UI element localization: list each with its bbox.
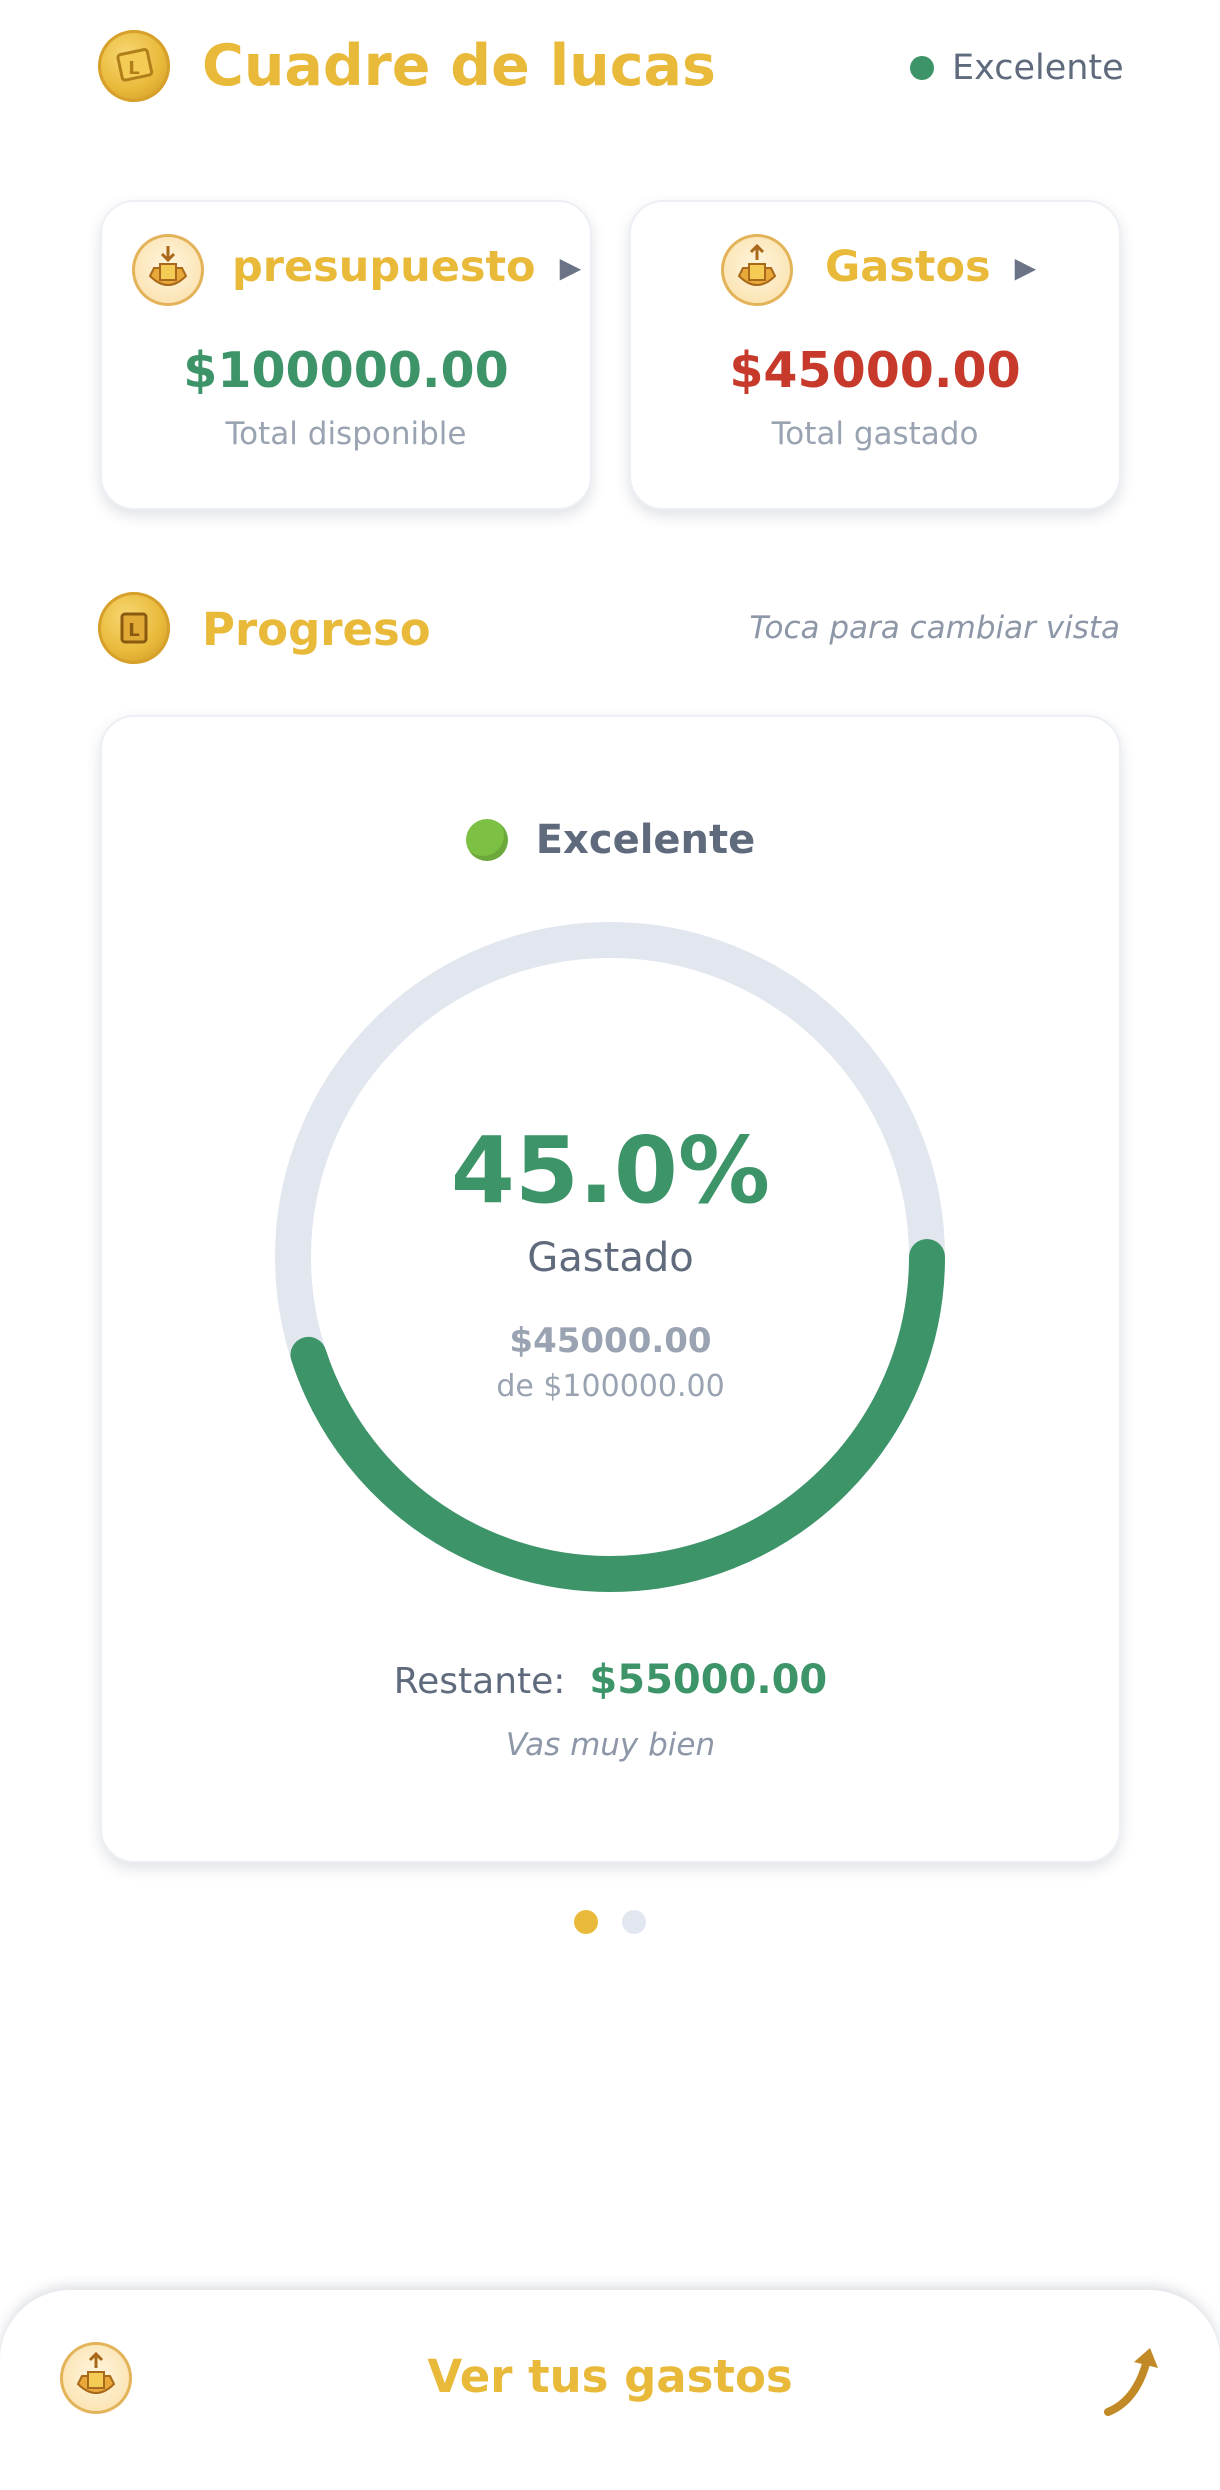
chevron-right-icon: ▶ (559, 250, 582, 284)
remaining-value: $55000.00 (589, 1657, 828, 1703)
toggle-view-hint[interactable]: Toca para cambiar vista (720, 610, 1120, 646)
page-indicator (0, 1910, 1220, 1934)
app-logo-icon: L (98, 30, 170, 102)
header-status-badge: Excelente (910, 48, 1124, 88)
svg-text:L: L (128, 620, 139, 641)
page-dot[interactable] (622, 1910, 646, 1934)
curved-arrow-up-icon[interactable] (1098, 2340, 1168, 2420)
expenses-card-title: Gastos (825, 242, 991, 292)
budget-card[interactable]: presupuesto ▶ $100000.00 Total disponibl… (100, 200, 592, 510)
bag-coin-in-icon (132, 234, 204, 306)
chevron-right-icon: ▶ (1014, 250, 1037, 284)
spent-of-total: de $100000.00 (496, 1369, 725, 1404)
expenses-caption: Total gastado (771, 416, 979, 452)
page-dot-active[interactable] (574, 1910, 598, 1934)
budget-amount: $100000.00 (183, 342, 509, 399)
status-dot-icon (910, 56, 934, 80)
spent-amount: $45000.00 (509, 1321, 712, 1361)
header-status-label: Excelente (952, 48, 1124, 88)
spent-caption: Gastado (527, 1235, 694, 1281)
expenses-card[interactable]: Gastos ▶ $45000.00 Total gastado (629, 200, 1121, 510)
progress-coin-icon: L (98, 592, 170, 664)
status-circle-icon (465, 819, 508, 861)
expenses-amount: $45000.00 (729, 342, 1021, 399)
bottom-bar[interactable]: Ver tus gastos (0, 2290, 1220, 2490)
budget-card-title: presupuesto (232, 242, 536, 292)
encouragement-message: Vas muy bien (505, 1727, 716, 1763)
view-expenses-button[interactable]: Ver tus gastos (0, 2350, 1220, 2403)
bag-coin-out-icon (721, 234, 793, 306)
svg-text:L: L (128, 58, 139, 79)
progress-status: Excelente (102, 817, 1119, 863)
progress-card[interactable]: Excelente 45.0% Gastado $45000.00 de $10… (100, 715, 1121, 1863)
progress-status-label: Excelente (535, 817, 756, 863)
budget-caption: Total disponible (225, 416, 467, 452)
remaining-label: Restante: (393, 1661, 566, 1702)
progress-title: Progreso (202, 603, 431, 656)
remaining-row: Restante: $55000.00 (102, 1657, 1119, 1703)
percent-spent: 45.0% (450, 1117, 771, 1224)
app-title: Cuadre de lucas (202, 33, 716, 99)
